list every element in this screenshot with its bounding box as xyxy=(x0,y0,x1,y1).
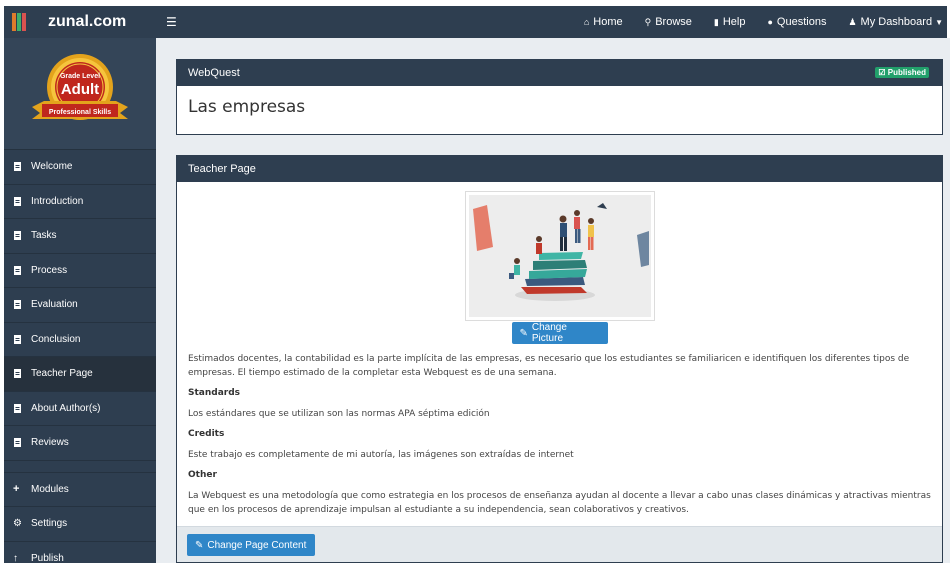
nav-home-label: Home xyxy=(593,16,623,28)
sidebar-separator xyxy=(4,461,156,473)
nav-home[interactable]: ⌂ Home xyxy=(584,16,623,28)
upload-icon: ↑ xyxy=(13,552,18,563)
brand[interactable]: zunal.com xyxy=(4,6,156,38)
webquest-title: Las empresas xyxy=(188,97,306,117)
sidebar-item-label: Welcome xyxy=(31,161,73,173)
sidebar-item-label: Evaluation xyxy=(31,299,78,311)
published-badge-label: Published xyxy=(887,68,926,77)
badge-top-text: Grade Level xyxy=(60,73,100,80)
search-icon: ⚲ xyxy=(644,16,652,27)
badge-ribbon-text: Professional Skills xyxy=(49,109,111,116)
hamburger-icon[interactable]: ☰ xyxy=(166,15,177,29)
file-icon xyxy=(13,162,22,172)
nav-browse[interactable]: ⚲ Browse xyxy=(645,16,692,28)
chevron-down-icon: ▼ xyxy=(935,17,943,27)
teacher-panel-footer: ✎ Change Page Content xyxy=(177,526,942,562)
nav-dashboard[interactable]: ♟ My Dashboard ▼ xyxy=(848,16,943,28)
sidebar-item-label: Reviews xyxy=(31,437,69,449)
teacher-header-label: Teacher Page xyxy=(188,163,256,175)
sidebar-item-evaluation[interactable]: Evaluation xyxy=(4,288,156,323)
grade-level-badge-area: Grade Level Adult Professional Skills xyxy=(4,38,156,150)
sidebar-item-welcome[interactable]: Welcome xyxy=(4,150,156,185)
sidebar-item-label: Introduction xyxy=(31,195,84,207)
teacher-body: ✎ Change Picture Estimados docentes, la … xyxy=(177,182,942,517)
teacher-panel-header: Teacher Page xyxy=(177,156,942,182)
sidebar-item-label: Teacher Page xyxy=(31,368,93,380)
file-icon xyxy=(13,231,22,241)
sidebar-item-teacher-page[interactable]: Teacher Page xyxy=(4,357,156,392)
sidebar-item-process[interactable]: Process xyxy=(4,254,156,288)
published-badge: ☑ Published xyxy=(875,67,929,78)
sidebar: Grade Level Adult Professional Skills We… xyxy=(4,38,156,563)
sidebar-item-label: Conclusion xyxy=(31,333,81,345)
sidebar-item-label: Tasks xyxy=(31,230,57,242)
gear-icon: ⚙ xyxy=(13,518,22,530)
brand-name: zunal.com xyxy=(48,13,127,30)
sidebar-item-publish[interactable]: ↑ Publish xyxy=(4,542,156,563)
sidebar-item-label: About Author(s) xyxy=(31,402,101,414)
book-icon: ▮ xyxy=(713,16,719,27)
webquest-panel: WebQuest ☑ Published Las empresas xyxy=(176,59,943,135)
change-page-content-button[interactable]: ✎ Change Page Content xyxy=(187,534,316,556)
credits-heading: Credits xyxy=(188,429,225,439)
standards-text: Los estándares que se utilizan son las n… xyxy=(188,409,490,419)
change-picture-button[interactable]: ✎ Change Picture xyxy=(511,322,608,344)
sidebar-item-about-author-s[interactable]: About Author(s) xyxy=(4,392,156,426)
teacher-page-panel: Teacher Page ✎ Change Picture Estimados … xyxy=(176,155,943,563)
sidebar-item-conclusion[interactable]: Conclusion xyxy=(4,323,156,357)
teacher-picture-frame xyxy=(464,191,655,321)
file-icon xyxy=(13,403,22,413)
sidebar-item-reviews[interactable]: Reviews xyxy=(4,426,156,461)
nav-links: ⌂ Home ⚲ Browse ▮ Help ● Questions ♟ My … xyxy=(562,6,947,38)
change-picture-label: Change Picture xyxy=(531,322,567,344)
file-icon xyxy=(13,334,22,344)
pencil-icon: ✎ xyxy=(519,327,528,339)
nav-questions[interactable]: ● Questions xyxy=(767,16,826,28)
file-icon xyxy=(13,300,22,310)
user-icon: ♟ xyxy=(848,16,857,27)
sidebar-item-label: Publish xyxy=(31,552,64,563)
sidebar-item-tasks[interactable]: Tasks xyxy=(4,219,156,254)
nav-help[interactable]: ▮ Help xyxy=(714,16,746,28)
books-climbers-illustration xyxy=(468,195,651,317)
file-icon xyxy=(13,438,22,448)
other-text: La Webquest es una metodología que como … xyxy=(188,491,931,515)
top-navbar: zunal.com ☰ ⌂ Home ⚲ Browse ▮ Help ● Que… xyxy=(4,6,947,38)
webquest-header-label: WebQuest xyxy=(188,67,240,79)
other-heading: Other xyxy=(188,470,217,480)
nav-questions-label: Questions xyxy=(776,16,827,28)
credits-text: Este trabajo es completamente de mi auto… xyxy=(188,450,574,460)
webquest-panel-header: WebQuest ☑ Published xyxy=(177,60,942,86)
plus-icon: + xyxy=(13,482,20,495)
badge-main-text: Adult xyxy=(61,81,99,98)
file-icon xyxy=(13,196,22,206)
file-icon xyxy=(13,265,22,275)
comments-icon: ● xyxy=(767,17,773,27)
sidebar-item-label: Process xyxy=(31,264,68,276)
nav-help-label: Help xyxy=(722,16,746,28)
grade-level-badge: Grade Level Adult Professional Skills xyxy=(32,53,128,120)
sidebar-item-introduction[interactable]: Introduction xyxy=(4,185,156,219)
sidebar-item-modules[interactable]: + Modules xyxy=(4,473,156,507)
file-icon xyxy=(13,369,22,379)
nav-dashboard-label: My Dashboard xyxy=(860,16,933,28)
standards-heading: Standards xyxy=(188,388,241,398)
pencil-icon: ✎ xyxy=(195,539,204,551)
sidebar-item-settings[interactable]: ⚙ Settings xyxy=(4,507,156,542)
teacher-intro-text: Estimados docentes, la contabilidad es l… xyxy=(188,354,910,378)
home-icon: ⌂ xyxy=(583,17,590,27)
nav-browse-label: Browse xyxy=(655,16,692,28)
main-content: WebQuest ☑ Published Las empresas Teache… xyxy=(156,38,950,563)
sidebar-item-label: Settings xyxy=(31,518,68,530)
books-logo-icon xyxy=(12,13,26,31)
sidebar-item-label: Modules xyxy=(31,483,69,495)
change-page-content-label: Change Page Content xyxy=(207,539,307,551)
